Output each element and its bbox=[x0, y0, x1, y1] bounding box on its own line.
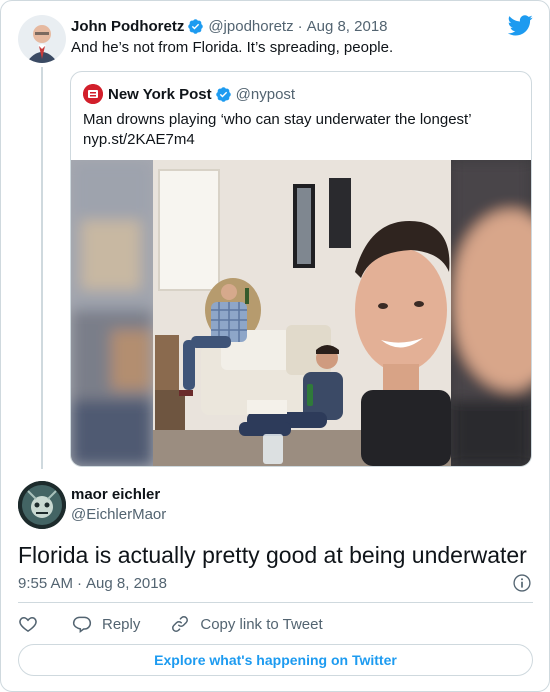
heart-icon bbox=[19, 616, 37, 632]
info-icon[interactable] bbox=[512, 573, 532, 593]
nypost-avatar bbox=[83, 84, 103, 104]
tweet-timestamp[interactable]: 9:55 AM · Aug 8, 2018 bbox=[18, 573, 167, 593]
copy-link-label[interactable]: Copy link to Tweet bbox=[200, 616, 322, 633]
quoted-tweet-link[interactable]: nyp.st/2KAE7m4 bbox=[83, 130, 513, 150]
parent-tweet-date[interactable]: Aug 8, 2018 bbox=[307, 18, 388, 35]
like-button[interactable] bbox=[18, 614, 38, 634]
parent-tweet-header: John Podhoretz @jpodhoretz · Aug 8, 2018 bbox=[71, 16, 388, 36]
separator-dot: · bbox=[77, 574, 83, 592]
verified-badge-icon bbox=[215, 86, 231, 102]
quoted-tweet-photo[interactable] bbox=[71, 160, 531, 466]
quoted-tweet-text: Man drowns playing ‘who can stay underwa… bbox=[83, 110, 513, 150]
parent-tweet-text: And he’s not from Florida. It’s spreadin… bbox=[71, 39, 394, 56]
embedded-tweet-card: John Podhoretz @jpodhoretz · Aug 8, 2018… bbox=[0, 0, 550, 692]
quoted-author-name[interactable]: New York Post bbox=[108, 86, 212, 103]
main-author-handle[interactable]: @EichlerMaor bbox=[71, 506, 166, 523]
reply-button[interactable]: Reply bbox=[72, 614, 140, 634]
quoted-tweet-header: New York Post @nypost bbox=[83, 84, 295, 104]
copy-link-button[interactable]: Copy link to Tweet bbox=[170, 614, 323, 634]
parent-author-handle[interactable]: @jpodhoretz bbox=[208, 18, 293, 35]
link-icon bbox=[172, 616, 189, 632]
parent-author-avatar[interactable] bbox=[18, 15, 66, 63]
separator-dot: · bbox=[297, 17, 303, 35]
twitter-bird-icon[interactable] bbox=[508, 15, 533, 36]
reply-label[interactable]: Reply bbox=[102, 616, 140, 633]
quoted-tweet[interactable]: New York Post @nypost Man drowns playing… bbox=[70, 71, 532, 467]
main-author-avatar[interactable] bbox=[18, 481, 66, 529]
reply-icon bbox=[72, 616, 92, 633]
explore-twitter-button[interactable]: Explore what's happening on Twitter bbox=[18, 644, 533, 676]
verified-badge-icon bbox=[188, 18, 204, 34]
tweet-actions: Reply Copy link to Tweet bbox=[18, 613, 323, 635]
main-author-name[interactable]: maor eichler bbox=[71, 486, 160, 503]
tweet-time[interactable]: 9:55 AM bbox=[18, 575, 73, 592]
quoted-author-handle[interactable]: @nypost bbox=[236, 86, 295, 103]
thread-connector-line bbox=[41, 67, 43, 469]
tweet-date[interactable]: Aug 8, 2018 bbox=[86, 575, 167, 592]
parent-author-name[interactable]: John Podhoretz bbox=[71, 18, 184, 35]
quoted-tweet-headline: Man drowns playing ‘who can stay underwa… bbox=[83, 111, 472, 128]
actions-divider bbox=[18, 602, 533, 603]
main-tweet-text: Florida is actually pretty good at being… bbox=[18, 542, 527, 568]
